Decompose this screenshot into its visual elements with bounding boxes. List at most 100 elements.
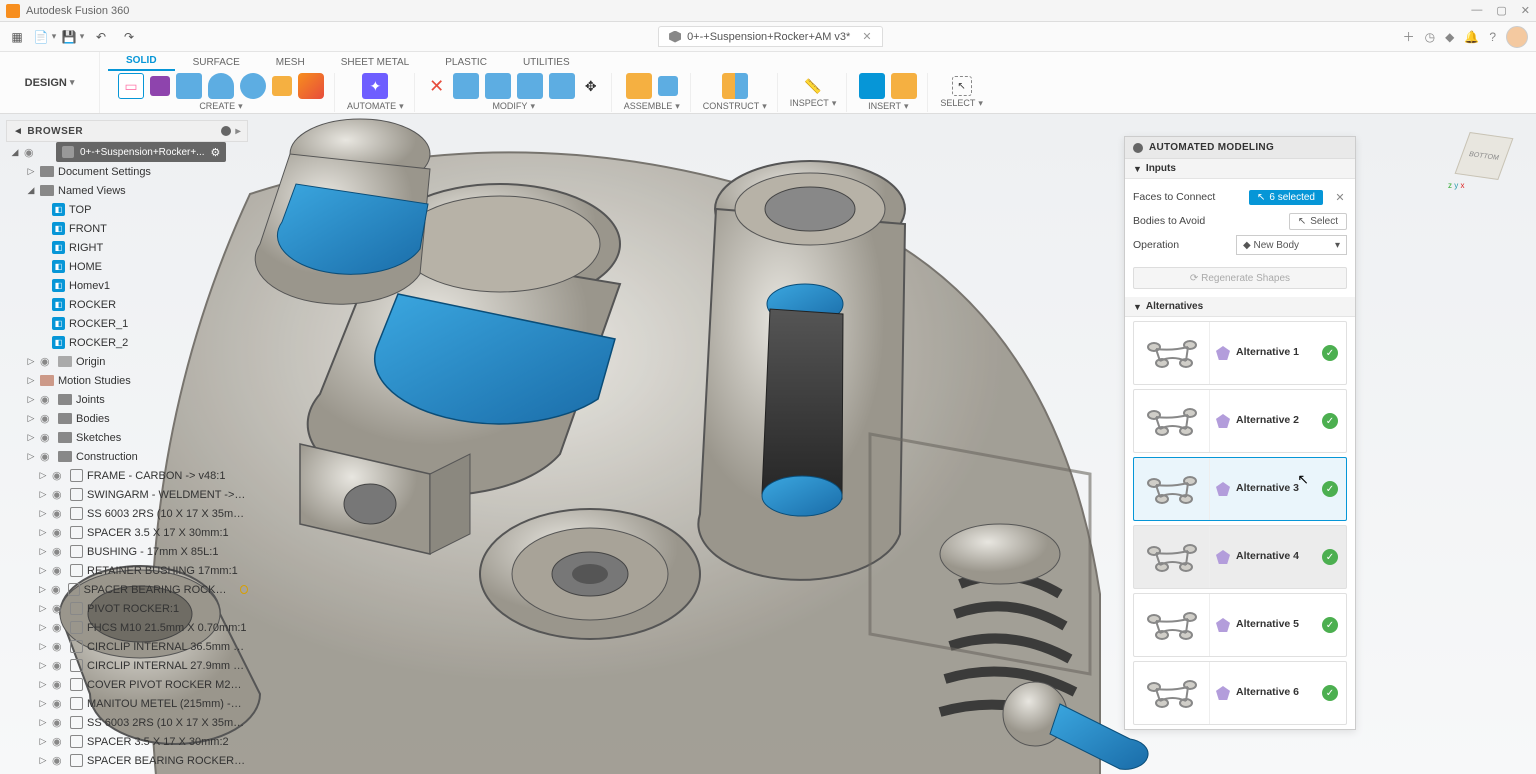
view-cube[interactable]: BOTTOM z y x [1456, 126, 1516, 186]
tree-view-item[interactable]: ◧HOME [6, 257, 248, 276]
tab-surface[interactable]: SURFACE [175, 54, 258, 71]
tree-folder[interactable]: ▷◉Sketches [6, 428, 248, 447]
tree-view-item[interactable]: ◧ROCKER_2 [6, 333, 248, 352]
close-button[interactable]: ✕ [1521, 4, 1530, 17]
am-alternatives-header[interactable]: ▼Alternatives [1125, 297, 1355, 317]
extrude-icon[interactable] [272, 76, 292, 96]
group-label-inspect[interactable]: INSPECT [790, 98, 837, 109]
joint-icon[interactable] [626, 73, 652, 99]
tree-folder[interactable]: ▷◉Bodies [6, 409, 248, 428]
tree-component[interactable]: ▷◉FHCS M10 21.5mm X 0.70mm:1 [6, 618, 248, 637]
apps-grid-icon[interactable]: ▦ [8, 28, 26, 46]
delete-icon[interactable]: ✕ [427, 76, 447, 96]
tree-view-item[interactable]: ◧Homev1 [6, 276, 248, 295]
group-label-assemble[interactable]: ASSEMBLE [624, 101, 680, 112]
am-panel-header[interactable]: AUTOMATED MODELING [1125, 137, 1355, 159]
group-label-select[interactable]: SELECT [940, 98, 983, 109]
create-form-icon[interactable] [150, 76, 170, 96]
visibility-icon[interactable]: ◉ [24, 146, 38, 159]
alternative-card[interactable]: Alternative 4✓ [1133, 525, 1347, 589]
tree-component[interactable]: ▷◉CIRCLIP INTERNAL 27.9mm OD:1 [6, 656, 248, 675]
chamfer-icon[interactable] [517, 73, 543, 99]
am-bodies-select-button[interactable]: ↖Select [1289, 213, 1347, 230]
tree-component[interactable]: ▷◉SPACER 3.5 X 17 X 30mm:2 [6, 732, 248, 751]
workspace-dropdown[interactable]: DESIGN [0, 52, 100, 113]
tab-utilities[interactable]: UTILITIES [505, 54, 588, 71]
cylinder-primitive-icon[interactable] [208, 73, 234, 99]
redo-icon[interactable]: ↷ [120, 28, 138, 46]
move-icon[interactable]: ✥ [581, 76, 601, 96]
group-label-create[interactable]: CREATE [199, 101, 242, 112]
tree-view-item[interactable]: ◧FRONT [6, 219, 248, 238]
insert-derive-icon[interactable] [859, 73, 885, 99]
tree-component[interactable]: ▷◉PIVOT ROCKER:1 [6, 599, 248, 618]
alternative-card[interactable]: Alternative 2✓ [1133, 389, 1347, 453]
tree-view-item[interactable]: ◧ROCKER [6, 295, 248, 314]
expand-icon[interactable]: ◢ [10, 147, 20, 158]
new-design-icon[interactable]: ＋ [1403, 28, 1415, 45]
group-label-construct[interactable]: CONSTRUCT [703, 101, 767, 112]
tree-component[interactable]: ▷◉SS 6003 2RS (10 X 17 X 35mm):2 [6, 713, 248, 732]
press-pull-icon[interactable] [453, 73, 479, 99]
as-built-joint-icon[interactable] [658, 76, 678, 96]
am-faces-selection-chip[interactable]: ↖6 selected [1249, 190, 1323, 205]
tree-component[interactable]: ▷◉SPACER BEARING ROCKER - MID 1... [6, 751, 248, 770]
measure-icon[interactable]: 📏 [803, 76, 823, 96]
sphere-primitive-icon[interactable] [240, 73, 266, 99]
file-menu-icon[interactable]: 📄 [36, 28, 54, 46]
select-icon[interactable]: ↖ [952, 76, 972, 96]
am-inputs-header[interactable]: ▼Inputs [1125, 159, 1355, 179]
alternative-card[interactable]: Alternative 6✓ [1133, 661, 1347, 725]
tree-folder[interactable]: ▷◉Joints [6, 390, 248, 409]
new-sketch-icon[interactable]: ▭ [118, 73, 144, 99]
group-label-insert[interactable]: INSERT [868, 101, 908, 112]
tree-component[interactable]: ▷◉SPACER 3.5 X 17 X 30mm:1 [6, 523, 248, 542]
root-options-icon[interactable]: ⚙ [211, 146, 221, 159]
tab-sheet-metal[interactable]: SHEET METAL [323, 54, 428, 71]
tree-view-item[interactable]: ◧RIGHT [6, 238, 248, 257]
alternative-card[interactable]: Alternative 5✓ [1133, 593, 1347, 657]
alternative-card[interactable]: Alternative 1✓ [1133, 321, 1347, 385]
user-avatar[interactable] [1506, 26, 1528, 48]
fillet-icon[interactable] [485, 73, 511, 99]
browser-header[interactable]: ◄ BROWSER ▸ [6, 120, 248, 142]
construct-plane-icon[interactable] [722, 73, 748, 99]
tree-origin[interactable]: ▷◉Origin [6, 352, 248, 371]
am-operation-dropdown[interactable]: ◆ New Body▾ [1236, 235, 1347, 255]
group-label-automate[interactable]: AUTOMATE [347, 101, 404, 112]
view-cube-face[interactable]: BOTTOM [1455, 132, 1514, 180]
box-primitive-icon[interactable] [176, 73, 202, 99]
browser-collapse-icon[interactable]: ▸ [235, 126, 241, 137]
alternative-card[interactable]: Alternative 3✓ [1133, 457, 1347, 521]
maximize-button[interactable]: ▢ [1496, 4, 1506, 17]
job-status-icon[interactable]: ◆ [1445, 30, 1454, 44]
notifications-icon[interactable]: 🔔 [1464, 30, 1479, 44]
tab-plastic[interactable]: PLASTIC [427, 54, 505, 71]
tree-motion-studies[interactable]: ▷Motion Studies [6, 371, 248, 390]
minimize-button[interactable]: — [1471, 4, 1482, 17]
tab-solid[interactable]: SOLID [108, 52, 175, 71]
insert-decal-icon[interactable] [891, 73, 917, 99]
tree-folder[interactable]: ▷◉Construction [6, 447, 248, 466]
tree-component[interactable]: ▷◉SWINGARM - WELDMENT -> v32:1 [6, 485, 248, 504]
save-icon[interactable]: 💾 [64, 28, 82, 46]
tree-view-item[interactable]: ◧TOP [6, 200, 248, 219]
am-faces-clear-icon[interactable]: ✕ [1333, 191, 1347, 204]
revolve-icon[interactable] [298, 73, 324, 99]
document-close-icon[interactable]: ✕ [862, 30, 871, 43]
tab-mesh[interactable]: MESH [258, 54, 323, 71]
help-icon[interactable]: ? [1489, 30, 1496, 44]
tree-component[interactable]: ▷◉SS 6003 2RS (10 X 17 X 35mm):1 [6, 504, 248, 523]
undo-icon[interactable]: ↶ [92, 28, 110, 46]
tree-doc-settings[interactable]: ▷Document Settings [6, 162, 248, 181]
am-regenerate-button[interactable]: ⟳ Regenerate Shapes [1133, 267, 1347, 289]
tree-component[interactable]: ▷◉RETAINER BUSHING 17mm:1 [6, 561, 248, 580]
tree-component[interactable]: ▷◉BUSHING - 17mm X 85L:1 [6, 542, 248, 561]
tree-component[interactable]: ▷◉FRAME - CARBON -> v48:1 [6, 466, 248, 485]
browser-opts-icon[interactable] [221, 126, 231, 136]
tree-named-views[interactable]: ◢Named Views [6, 181, 248, 200]
automated-modeling-icon[interactable]: ✦ [362, 73, 388, 99]
tree-component[interactable]: ▷◉SPACER BEARING ROCKER - ... [6, 580, 248, 599]
extensions-icon[interactable]: ◷ [1425, 30, 1435, 44]
tree-component[interactable]: ▷◉CIRCLIP INTERNAL 36.5mm OD:1 [6, 637, 248, 656]
